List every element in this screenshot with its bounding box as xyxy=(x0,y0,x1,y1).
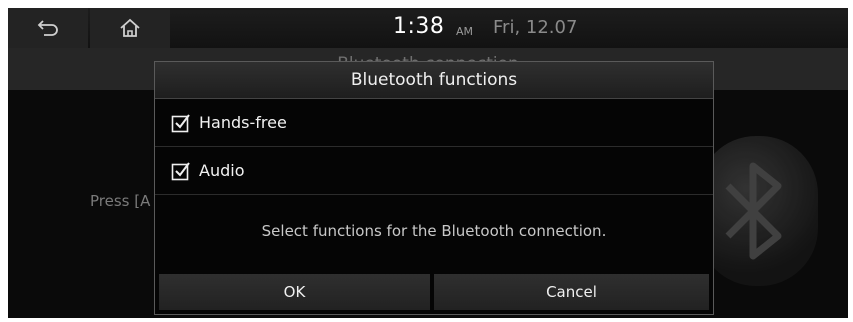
home-button[interactable] xyxy=(90,8,170,48)
status-date: Fri, 12.07 xyxy=(493,17,578,38)
clock-ampm: AM xyxy=(456,25,474,38)
ok-button[interactable]: OK xyxy=(159,274,430,310)
dialog-title: Bluetooth functions xyxy=(155,62,713,99)
status-bar: 1:38 AM Fri, 12.07 xyxy=(8,8,848,48)
checkbox-checked-icon[interactable] xyxy=(171,113,191,133)
option-hands-free[interactable]: Hands-free xyxy=(155,99,713,147)
clock-time: 1:38 xyxy=(393,14,445,39)
bluetooth-functions-dialog: Bluetooth functions Hands-free Audio Sel… xyxy=(154,61,714,315)
dialog-message: Select functions for the Bluetooth conne… xyxy=(261,222,607,240)
back-button[interactable] xyxy=(8,8,88,48)
checkbox-checked-icon[interactable] xyxy=(171,161,191,181)
bluetooth-logo-background xyxy=(698,136,818,286)
background-instruction-text: Press [A xyxy=(90,192,151,210)
option-label: Audio xyxy=(199,161,245,180)
infotainment-screen: 1:38 AM Fri, 12.07 Bluetooth connection … xyxy=(8,8,848,318)
option-audio[interactable]: Audio xyxy=(155,147,713,195)
home-icon xyxy=(120,18,140,37)
cancel-button[interactable]: Cancel xyxy=(434,274,709,310)
bluetooth-icon xyxy=(725,162,782,260)
back-arrow-icon xyxy=(37,20,58,36)
option-label: Hands-free xyxy=(199,113,287,132)
